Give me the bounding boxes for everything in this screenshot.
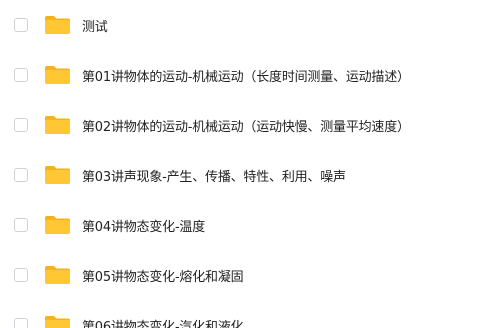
folder-row[interactable]: 第05讲物态变化-熔化和凝固 — [0, 257, 490, 293]
folder-icon — [45, 166, 70, 184]
row-checkbox[interactable] — [14, 168, 28, 182]
folder-row[interactable]: 第04讲物态变化-温度 — [0, 207, 490, 243]
folder-name[interactable]: 第02讲物体的运动-机械运动（运动快慢、测量平均速度） — [82, 116, 410, 135]
folder-name[interactable]: 第05讲物态变化-熔化和凝固 — [82, 266, 244, 285]
folder-name[interactable]: 第04讲物态变化-温度 — [82, 216, 205, 235]
row-checkbox[interactable] — [14, 18, 28, 32]
file-list: 测试 第01讲物体的运动-机械运动（长度时间测量、运动描述） 第02讲物体的运动… — [0, 0, 490, 328]
folder-row[interactable]: 第06讲物态变化-汽化和液化 — [0, 307, 490, 328]
row-checkbox[interactable] — [14, 268, 28, 282]
row-checkbox[interactable] — [14, 118, 28, 132]
row-checkbox[interactable] — [14, 68, 28, 82]
folder-name[interactable]: 测试 — [82, 16, 108, 35]
row-checkbox[interactable] — [14, 318, 28, 328]
folder-name[interactable]: 第03讲声现象-产生、传播、特性、利用、噪声 — [82, 166, 346, 185]
folder-icon — [45, 16, 70, 34]
folder-icon — [45, 316, 70, 328]
folder-icon — [45, 66, 70, 84]
folder-icon — [45, 116, 70, 134]
folder-row[interactable]: 第01讲物体的运动-机械运动（长度时间测量、运动描述） — [0, 57, 490, 93]
row-checkbox[interactable] — [14, 218, 28, 232]
folder-name[interactable]: 第06讲物态变化-汽化和液化 — [82, 316, 244, 328]
folder-icon — [45, 266, 70, 284]
folder-row[interactable]: 测试 — [0, 7, 490, 43]
folder-icon — [45, 216, 70, 234]
folder-row[interactable]: 第03讲声现象-产生、传播、特性、利用、噪声 — [0, 157, 490, 193]
folder-row[interactable]: 第02讲物体的运动-机械运动（运动快慢、测量平均速度） — [0, 107, 490, 143]
folder-name[interactable]: 第01讲物体的运动-机械运动（长度时间测量、运动描述） — [82, 66, 410, 85]
